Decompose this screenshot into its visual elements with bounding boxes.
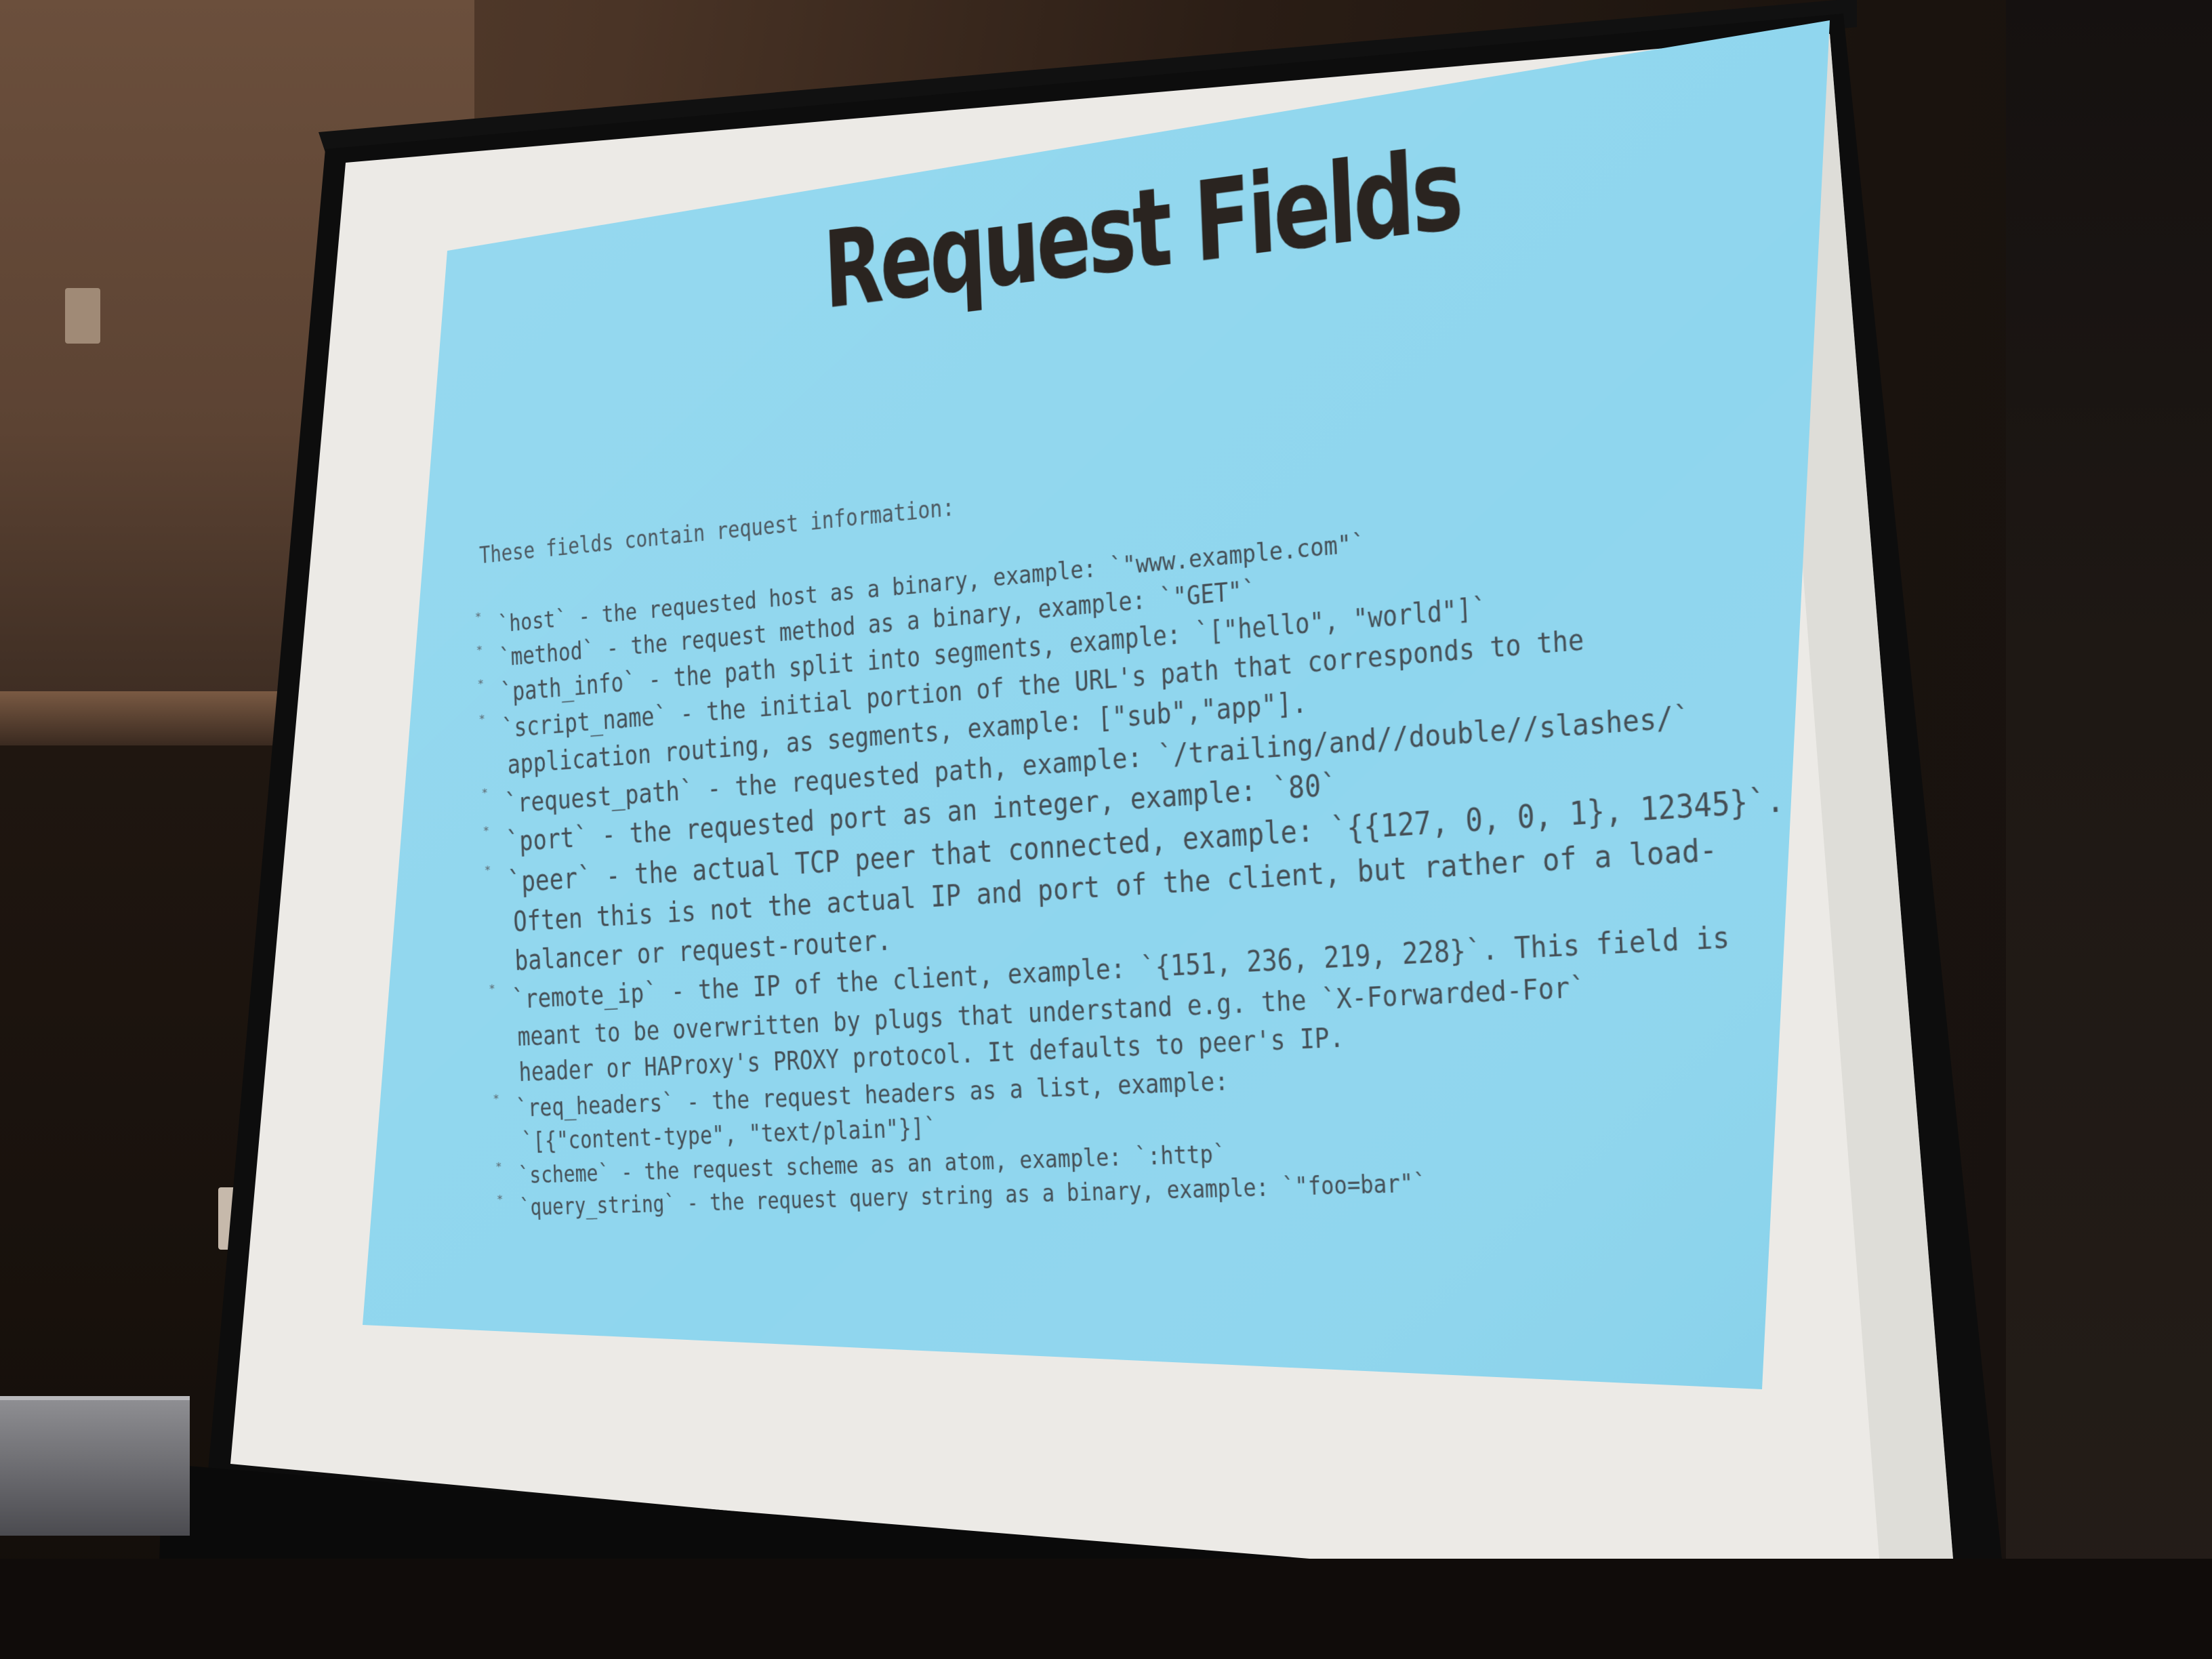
bullet-glyph: * — [493, 1092, 499, 1105]
bullet-glyph: * — [485, 863, 491, 877]
bullet-glyph: * — [483, 824, 489, 838]
bullet-glyph: * — [477, 677, 484, 691]
bullet-glyph: * — [475, 610, 482, 623]
bullet-glyph: * — [478, 712, 485, 726]
bullet-glyph: * — [476, 643, 483, 657]
bullet-glyph: * — [489, 982, 495, 996]
slide-content: Request Fields These fields contain requ… — [468, 44, 2097, 1316]
floor — [0, 1559, 2212, 1659]
av-equipment — [0, 1396, 190, 1536]
slide-intro-text: These fields contain request information… — [479, 493, 956, 570]
request-fields-list: * `host` - the requested host as a binary… — [475, 459, 2089, 1225]
bullet-glyph: * — [495, 1160, 502, 1173]
bullet-glyph: * — [481, 786, 488, 800]
bullet-glyph: * — [497, 1193, 504, 1206]
